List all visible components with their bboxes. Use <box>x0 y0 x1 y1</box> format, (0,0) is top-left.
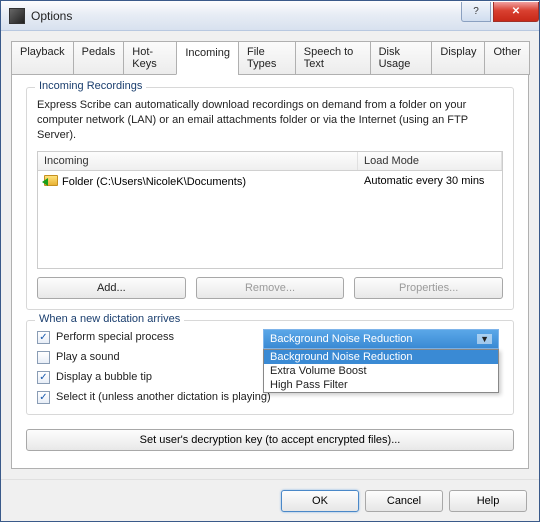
incoming-listview[interactable]: Incoming Load Mode Folder (C:\Users\Nico… <box>37 151 503 269</box>
group-legend: When a new dictation arrives <box>35 313 184 325</box>
tab-speech[interactable]: Speech to Text <box>295 41 371 75</box>
cancel-button[interactable]: Cancel <box>365 490 443 512</box>
dropdown-item[interactable]: Background Noise Reduction <box>264 350 498 364</box>
help-button[interactable]: Help <box>449 490 527 512</box>
new-dictation-group: When a new dictation arrives ✓ Perform s… <box>26 320 514 415</box>
dropdown-item[interactable]: High Pass Filter <box>264 378 498 392</box>
ok-button[interactable]: OK <box>281 490 359 512</box>
tab-pedals[interactable]: Pedals <box>73 41 125 75</box>
checkbox-sound[interactable] <box>37 351 50 364</box>
client-area: Playback Pedals Hot-Keys Incoming File T… <box>1 31 539 479</box>
checkbox-perform[interactable]: ✓ <box>37 331 50 344</box>
window-title: Options <box>31 9 461 23</box>
tabpage-incoming: Incoming Recordings Express Scribe can a… <box>11 74 529 469</box>
incoming-recordings-group: Incoming Recordings Express Scribe can a… <box>26 87 514 310</box>
tab-filetypes[interactable]: File Types <box>238 41 296 75</box>
titlebar: Options ? ✕ <box>1 1 539 31</box>
set-decryption-key-button[interactable]: Set user's decryption key (to accept enc… <box>26 429 514 451</box>
footer: OK Cancel Help <box>1 479 539 521</box>
row-label: Folder (C:\Users\NicoleK\Documents) <box>62 176 246 188</box>
options-window: Options ? ✕ Playback Pedals Hot-Keys Inc… <box>0 0 540 522</box>
incoming-description: Express Scribe can automatically downloa… <box>37 98 503 143</box>
row-mode: Automatic every 30 mins <box>358 173 502 190</box>
checkbox-select[interactable]: ✓ <box>37 391 50 404</box>
label-bubble: Display a bubble tip <box>56 371 152 383</box>
list-header: Incoming Load Mode <box>38 152 502 171</box>
label-perform: Perform special process <box>56 331 174 343</box>
col-incoming[interactable]: Incoming <box>38 152 358 170</box>
add-button[interactable]: Add... <box>37 277 186 299</box>
tab-incoming[interactable]: Incoming <box>176 41 239 75</box>
list-row[interactable]: Folder (C:\Users\NicoleK\Documents) Auto… <box>38 171 502 192</box>
tab-hotkeys[interactable]: Hot-Keys <box>123 41 177 75</box>
tabstrip: Playback Pedals Hot-Keys Incoming File T… <box>11 41 529 75</box>
help-button-icon[interactable]: ? <box>461 2 491 22</box>
folder-icon <box>44 175 58 186</box>
tab-diskusage[interactable]: Disk Usage <box>370 41 433 75</box>
col-loadmode[interactable]: Load Mode <box>358 152 502 170</box>
properties-button[interactable]: Properties... <box>354 277 503 299</box>
label-sound: Play a sound <box>56 351 120 363</box>
remove-button[interactable]: Remove... <box>196 277 345 299</box>
dropdown-selected: Background Noise Reduction <box>270 333 412 345</box>
close-icon[interactable]: ✕ <box>493 2 539 22</box>
tab-other[interactable]: Other <box>484 41 530 75</box>
dropdown-item[interactable]: Extra Volume Boost <box>264 364 498 378</box>
process-dropdown[interactable]: Background Noise Reduction ▼ Background … <box>263 329 499 393</box>
chevron-down-icon[interactable]: ▼ <box>477 334 492 344</box>
app-icon <box>9 8 25 24</box>
tab-playback[interactable]: Playback <box>11 41 74 75</box>
label-select: Select it (unless another dictation is p… <box>56 391 271 403</box>
checkbox-bubble[interactable]: ✓ <box>37 371 50 384</box>
tab-display[interactable]: Display <box>431 41 485 75</box>
group-legend: Incoming Recordings <box>35 80 146 92</box>
dropdown-list: Background Noise Reduction Extra Volume … <box>263 349 499 393</box>
